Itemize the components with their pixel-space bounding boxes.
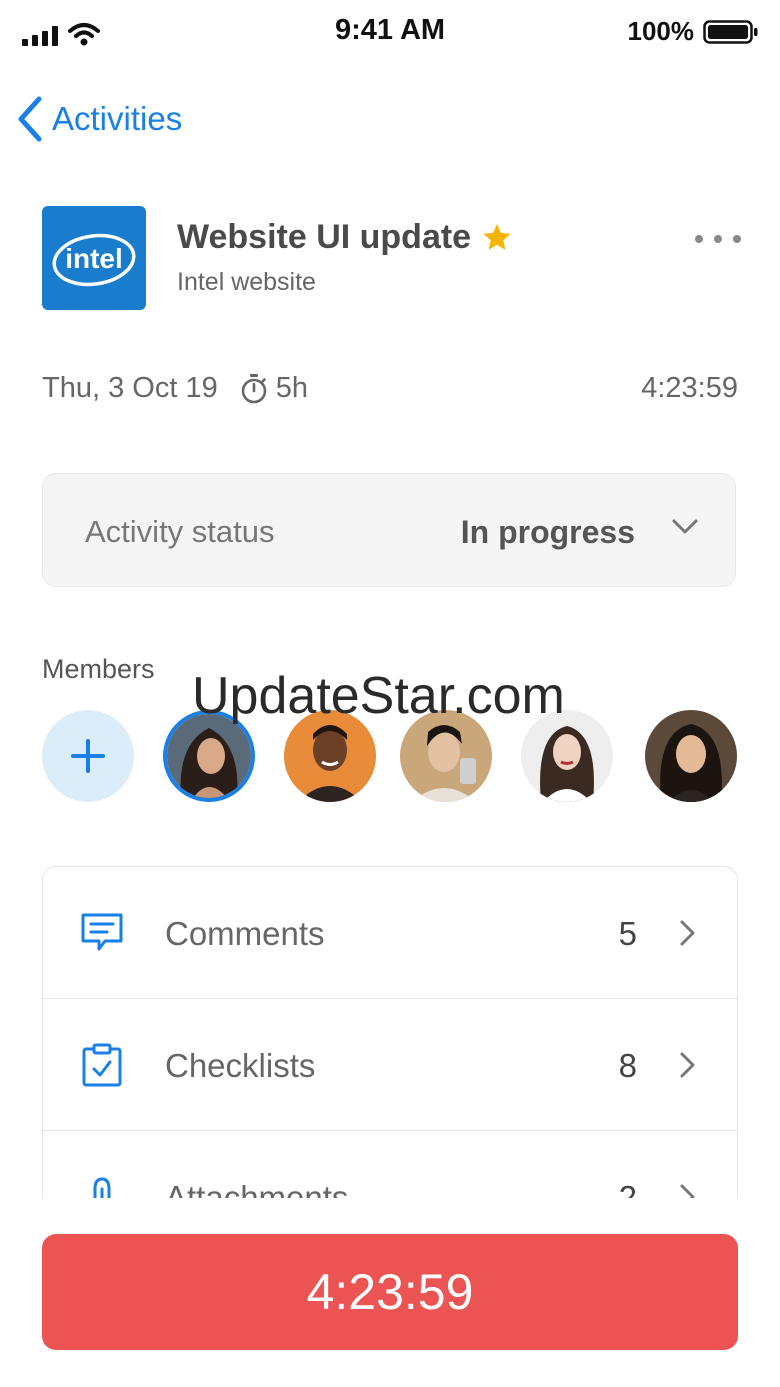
chevron-left-icon: [18, 96, 42, 142]
chevron-right-icon: [680, 1052, 695, 1078]
list-item-label: Comments: [165, 915, 325, 952]
back-button[interactable]: Activities: [16, 94, 182, 144]
intel-logo: intel: [42, 206, 146, 310]
watermark: UpdateStar.com: [192, 667, 565, 725]
activity-date: Thu, 3 Oct 19: [42, 372, 218, 404]
timer-button[interactable]: 4:23:59: [42, 1234, 738, 1350]
activity-status-dropdown[interactable]: Activity status In progress: [42, 473, 736, 587]
chevron-right-icon: [680, 920, 695, 946]
svg-text:intel: intel: [65, 243, 123, 274]
list-item-checklists[interactable]: Checklists 8: [43, 999, 737, 1131]
status-value: In progress: [460, 514, 635, 550]
more-options-icon[interactable]: [695, 232, 741, 246]
checklist-icon: [82, 1043, 122, 1087]
stopwatch-icon: [241, 373, 267, 403]
plus-icon: [71, 739, 105, 773]
activity-title-row: Website UI update: [177, 218, 513, 257]
status-label: Activity status: [85, 514, 275, 549]
chevron-down-icon: [672, 519, 698, 534]
activity-title: Website UI update: [177, 218, 472, 256]
project-name: Intel website: [177, 268, 316, 296]
battery-percent: 100%: [627, 16, 695, 46]
status-bar: 9:41 AM 100%: [0, 0, 780, 64]
add-member-button[interactable]: [42, 710, 134, 802]
list-item-count: 8: [618, 1047, 637, 1084]
elapsed-time: 4:23:59: [641, 372, 738, 404]
activity-meta: Thu, 3 Oct 19 5h: [42, 372, 308, 405]
list-item-label: Checklists: [165, 1047, 316, 1084]
members-label: Members: [42, 654, 155, 684]
list-item-count: 5: [618, 915, 637, 952]
comment-icon: [81, 913, 123, 951]
activity-estimate: 5h: [275, 372, 308, 404]
list-item-comments[interactable]: Comments 5: [43, 867, 737, 999]
battery-icon: [703, 20, 758, 44]
avatar[interactable]: [645, 710, 737, 802]
back-label: Activities: [52, 100, 183, 137]
star-icon[interactable]: [481, 222, 513, 254]
